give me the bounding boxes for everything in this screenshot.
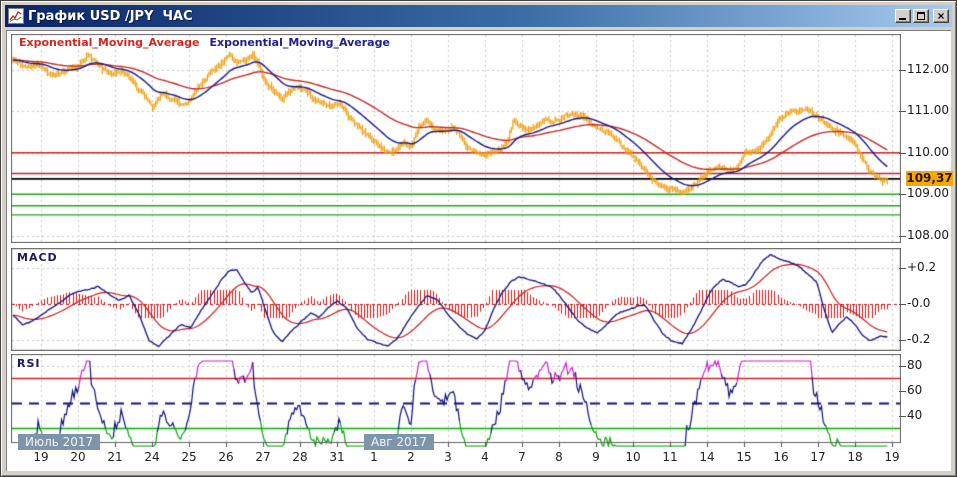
x-axis-label: 4 bbox=[472, 450, 498, 464]
macd-chart-canvas[interactable] bbox=[11, 248, 901, 351]
x-axis-label: 19 bbox=[28, 450, 54, 464]
chart-window: График USD /JPY ЧАС × Exponential_Moving… bbox=[0, 0, 957, 477]
x-axis-label: 14 bbox=[694, 450, 720, 464]
x-axis-label: 26 bbox=[213, 450, 239, 464]
y-axis-tick bbox=[899, 194, 906, 195]
y-axis-tick bbox=[899, 366, 906, 367]
legend-ema-red: Exponential_Moving_Average bbox=[19, 36, 199, 49]
y-axis-tick bbox=[899, 340, 906, 341]
x-axis-label: 24 bbox=[139, 450, 165, 464]
x-axis-label: 18 bbox=[842, 450, 868, 464]
month-label-august: Авг 2017 bbox=[364, 434, 434, 450]
indicator-legend: Exponential_Moving_Average Exponential_M… bbox=[19, 36, 390, 49]
y-axis-label: 109.00 bbox=[907, 186, 955, 200]
x-axis-label: 7 bbox=[509, 450, 535, 464]
x-axis-label: 27 bbox=[250, 450, 276, 464]
y-axis-label: 110.00 bbox=[907, 145, 955, 159]
y-axis-label: 108.00 bbox=[907, 228, 955, 242]
y-axis-label: +0.2 bbox=[907, 260, 955, 274]
y-axis-tick bbox=[899, 111, 906, 112]
y-axis-label: 112.00 bbox=[907, 62, 955, 76]
x-axis-label: 19 bbox=[879, 450, 905, 464]
x-axis-label: 10 bbox=[620, 450, 646, 464]
month-label-july: Июль 2017 bbox=[18, 434, 100, 450]
y-axis-label: 60 bbox=[907, 383, 955, 397]
y-axis-tick bbox=[899, 416, 906, 417]
x-axis-label: 1 bbox=[361, 450, 387, 464]
x-axis-label: 20 bbox=[65, 450, 91, 464]
x-axis-label: 17 bbox=[805, 450, 831, 464]
y-axis-label: -0.2 bbox=[907, 332, 955, 346]
y-axis-label: 80 bbox=[907, 358, 955, 372]
rsi-panel-label: RSI bbox=[17, 357, 41, 370]
y-axis-label: 40 bbox=[907, 408, 955, 422]
x-axis-label: 25 bbox=[176, 450, 202, 464]
x-axis-label: 2 bbox=[398, 450, 424, 464]
x-axis-label: 3 bbox=[435, 450, 461, 464]
y-axis-label: 111.00 bbox=[907, 103, 955, 117]
y-axis-tick bbox=[899, 236, 906, 237]
x-axis-label: 9 bbox=[583, 450, 609, 464]
x-axis-label: 8 bbox=[546, 450, 572, 464]
price-chart-canvas[interactable] bbox=[11, 34, 901, 243]
x-axis-label: 31 bbox=[324, 450, 350, 464]
y-axis-tick bbox=[899, 391, 906, 392]
x-axis-label: 21 bbox=[102, 450, 128, 464]
rsi-chart-canvas[interactable] bbox=[11, 354, 901, 447]
x-axis-label: 16 bbox=[768, 450, 794, 464]
legend-ema-navy: Exponential_Moving_Average bbox=[209, 36, 389, 49]
y-axis-tick bbox=[899, 304, 906, 305]
y-axis-tick bbox=[899, 268, 906, 269]
x-axis-label: 15 bbox=[731, 450, 757, 464]
chart-stage: Exponential_Moving_Average Exponential_M… bbox=[1, 1, 956, 476]
y-axis-tick bbox=[899, 153, 906, 154]
current-price-badge: 109,37 bbox=[906, 171, 953, 186]
x-axis-label: 11 bbox=[657, 450, 683, 464]
y-axis-tick bbox=[899, 70, 906, 71]
y-axis-label: -0.0 bbox=[907, 296, 955, 310]
macd-panel-label: MACD bbox=[17, 251, 58, 264]
x-axis-label: 28 bbox=[287, 450, 313, 464]
